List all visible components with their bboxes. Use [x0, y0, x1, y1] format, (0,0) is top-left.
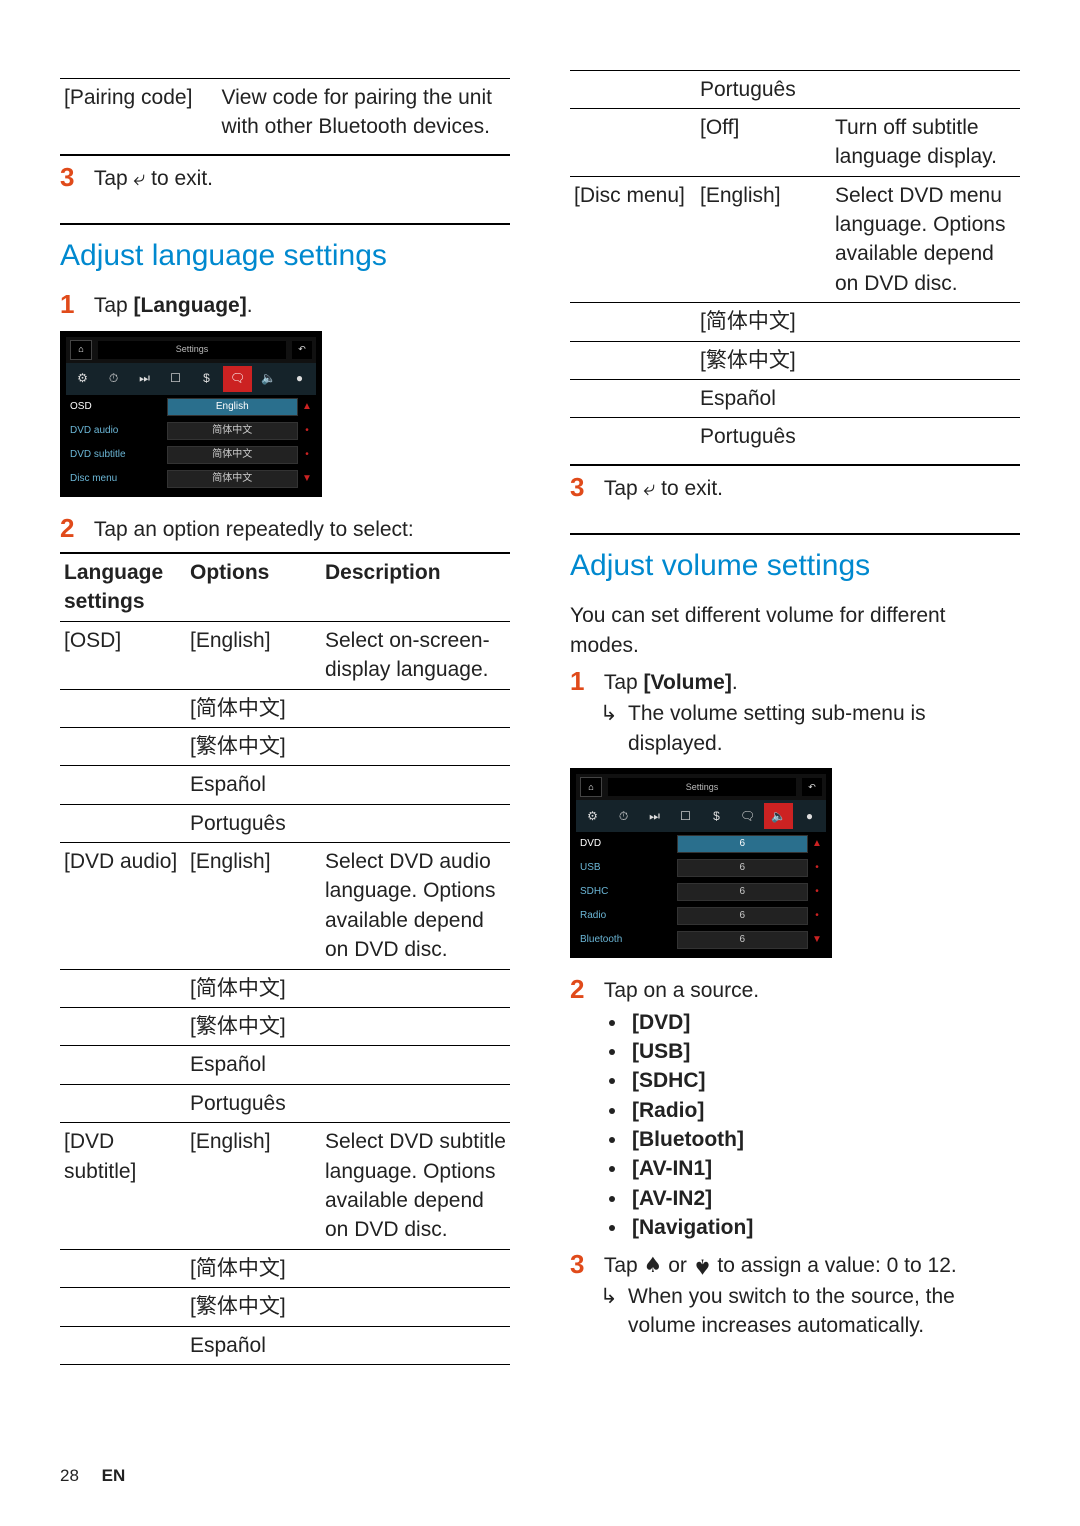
ss-icon-language: 🗨	[733, 803, 762, 829]
ss-icon-time: ⏱	[99, 366, 128, 392]
source-item: [USB]	[628, 1037, 1020, 1066]
ss-row: Disc menu简体中文▼	[66, 467, 316, 491]
vol-source-list: [DVD][USB][SDHC][Radio][Bluetooth][AV-IN…	[570, 1008, 1020, 1243]
back-icon: ⤶	[644, 476, 656, 500]
ss-icon-dvd-setting: ●	[285, 366, 314, 392]
vol-step-1: 1 Tap [Volume]. The volume setting sub-m…	[570, 668, 1020, 758]
page-footer: 28 EN	[60, 1464, 125, 1488]
source-item: [AV-IN1]	[628, 1154, 1020, 1183]
page-number: 28	[60, 1466, 79, 1485]
col-option: Options	[186, 553, 321, 621]
ss-row: DVD6▲	[576, 832, 826, 856]
ss-row: Bluetooth6▼	[576, 928, 826, 952]
source-item: [Bluetooth]	[628, 1125, 1020, 1154]
ss-row: OSDEnglish▲	[66, 395, 316, 419]
step-number: 1	[60, 291, 88, 317]
ss-row: USB6•	[576, 856, 826, 880]
pairing-desc: View code for pairing the unit with othe…	[218, 79, 511, 146]
spade-up-icon: ♠	[644, 1253, 663, 1277]
source-item: [DVD]	[628, 1008, 1020, 1037]
back-icon: ↶	[802, 778, 822, 796]
ss-icon-sound: ⏭	[640, 803, 669, 829]
step-number: 3	[60, 164, 88, 190]
section-title-language: Adjust language settings	[60, 223, 510, 277]
ss-icon-sound: ⏭	[130, 366, 159, 392]
step-number: 2	[60, 515, 88, 541]
step-exit-1: 3 Tap ⤶ to exit.	[60, 164, 510, 193]
source-item: [Radio]	[628, 1096, 1020, 1125]
source-item: [Navigation]	[628, 1213, 1020, 1242]
spade-down-icon: ♠	[693, 1251, 712, 1280]
ss-icon-time: ⏱	[609, 803, 638, 829]
ss-icon-dvd-setting: ●	[795, 803, 824, 829]
ss-icon-general: ⚙	[68, 366, 97, 392]
vol-step-1-sub: The volume setting sub-menu is displayed…	[570, 699, 1020, 758]
volume-settings-screenshot: ⌂ Settings ↶ ⚙⏱⏭☐$🗨🔈● DVD6▲USB6•SDHC6•Ra…	[570, 768, 832, 958]
source-item: [AV-IN2]	[628, 1184, 1020, 1213]
back-icon: ⤶	[134, 166, 146, 190]
back-icon: ↶	[292, 341, 312, 359]
ss-icon-volume: 🔈	[254, 366, 283, 392]
ss-row: DVD audio简体中文•	[66, 419, 316, 443]
ss-icon-general: ⚙	[578, 803, 607, 829]
step-number: 2	[570, 976, 598, 1002]
vol-step-3: 3 Tap ♠ or ♠ to assign a value: 0 to 12.…	[570, 1251, 1020, 1341]
page-lang: EN	[102, 1466, 126, 1485]
ss-icon-video: ☐	[671, 803, 700, 829]
step-number: 3	[570, 474, 598, 500]
home-icon: ⌂	[70, 340, 92, 360]
home-icon: ⌂	[580, 777, 602, 797]
vol-step-2: 2 Tap on a source. [DVD][USB][SDHC][Radi…	[570, 976, 1020, 1243]
ss-icon-video: ☐	[161, 366, 190, 392]
lang-step-2: 2 Tap an option repeatedly to select:	[60, 515, 510, 544]
ss-row: Radio6•	[576, 904, 826, 928]
pairing-setting: [Pairing code]	[60, 79, 218, 146]
ss-icon-bluetooth: $	[702, 803, 731, 829]
lang-step-1: 1 Tap [Language].	[60, 291, 510, 320]
volume-intro: You can set different volume for differe…	[570, 601, 1020, 660]
source-item: [SDHC]	[628, 1066, 1020, 1095]
vol-step-3-sub: When you switch to the source, the volum…	[570, 1282, 1020, 1341]
ss-icon-volume: 🔈	[764, 803, 793, 829]
step-number: 1	[570, 668, 598, 694]
col-setting: Language settings	[60, 553, 186, 621]
step-number: 3	[570, 1251, 598, 1277]
ss-icon-bluetooth: $	[192, 366, 221, 392]
language-settings-screenshot: ⌂ Settings ↶ ⚙⏱⏭☐$🗨🔈● OSDEnglish▲DVD aud…	[60, 331, 322, 497]
ss-row: SDHC6•	[576, 880, 826, 904]
step-exit-2: 3 Tap ⤶ to exit.	[570, 474, 1020, 503]
ss-icon-language: 🗨	[223, 366, 252, 392]
pairing-code-table: [Pairing code] View code for pairing the…	[60, 78, 510, 146]
section-title-volume: Adjust volume settings	[570, 533, 1020, 587]
ss-row: DVD subtitle简体中文•	[66, 443, 316, 467]
col-desc: Description	[321, 553, 510, 621]
